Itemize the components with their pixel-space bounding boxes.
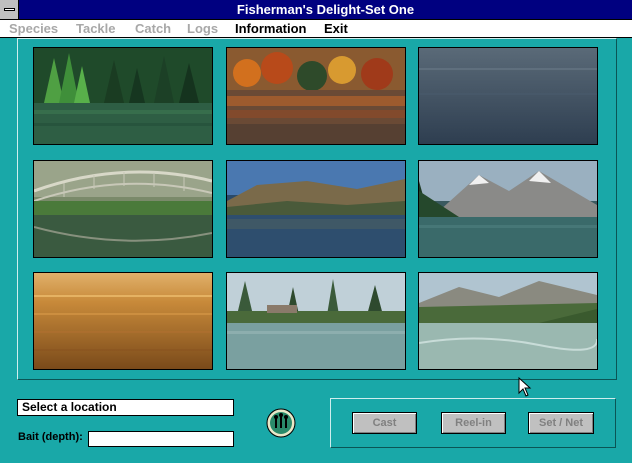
open-water-image — [419, 48, 597, 144]
location-thumbnail-5[interactable] — [226, 160, 406, 258]
location-thumbnail-6[interactable] — [418, 160, 598, 258]
mouse-cursor-icon — [518, 377, 532, 397]
lake-shore-image — [227, 273, 405, 369]
menu-species[interactable]: Species — [9, 20, 58, 37]
menu-tackle[interactable]: Tackle — [76, 20, 116, 37]
set-net-button[interactable]: Set / Net — [528, 412, 594, 434]
system-menu-button[interactable] — [0, 0, 19, 19]
app-logo — [266, 408, 296, 438]
location-thumbnail-8[interactable] — [226, 272, 406, 370]
autumn-lake-image — [227, 48, 405, 144]
bait-label: Bait (depth): — [18, 431, 83, 443]
title-bar: Fisherman's Delight-Set One — [0, 0, 632, 20]
location-thumbnail-1[interactable] — [33, 47, 213, 145]
window-title: Fisherman's Delight-Set One — [236, 2, 415, 17]
menu-information[interactable]: Information — [235, 20, 307, 37]
menu-bar: Species Tackle Catch Logs Information Ex… — [0, 20, 632, 38]
location-thumbnail-4[interactable] — [33, 160, 213, 258]
menu-logs[interactable]: Logs — [187, 20, 218, 37]
pine-forest-image — [34, 48, 212, 144]
cast-button[interactable]: Cast — [352, 412, 417, 434]
status-prompt: Select a location — [17, 399, 234, 416]
mountain-lake-image — [419, 161, 597, 257]
location-thumbnail-2[interactable] — [226, 47, 406, 145]
menu-exit[interactable]: Exit — [324, 20, 348, 37]
location-thumbnail-9[interactable] — [418, 272, 598, 370]
mountain-river-image — [419, 273, 597, 369]
menu-catch[interactable]: Catch — [135, 20, 171, 37]
sunset-water-image — [34, 273, 212, 369]
bridge-image — [34, 161, 212, 257]
reel-in-button[interactable]: Reel-in — [441, 412, 506, 434]
app-window: Fisherman's Delight-Set One Species Tack… — [0, 0, 632, 463]
location-thumbnail-7[interactable] — [33, 272, 213, 370]
fisherman-logo-icon — [266, 408, 296, 438]
system-menu-icon — [4, 8, 15, 11]
bait-depth-input[interactable] — [88, 431, 234, 447]
location-thumbnail-3[interactable] — [418, 47, 598, 145]
lake-hills-image — [227, 161, 405, 257]
